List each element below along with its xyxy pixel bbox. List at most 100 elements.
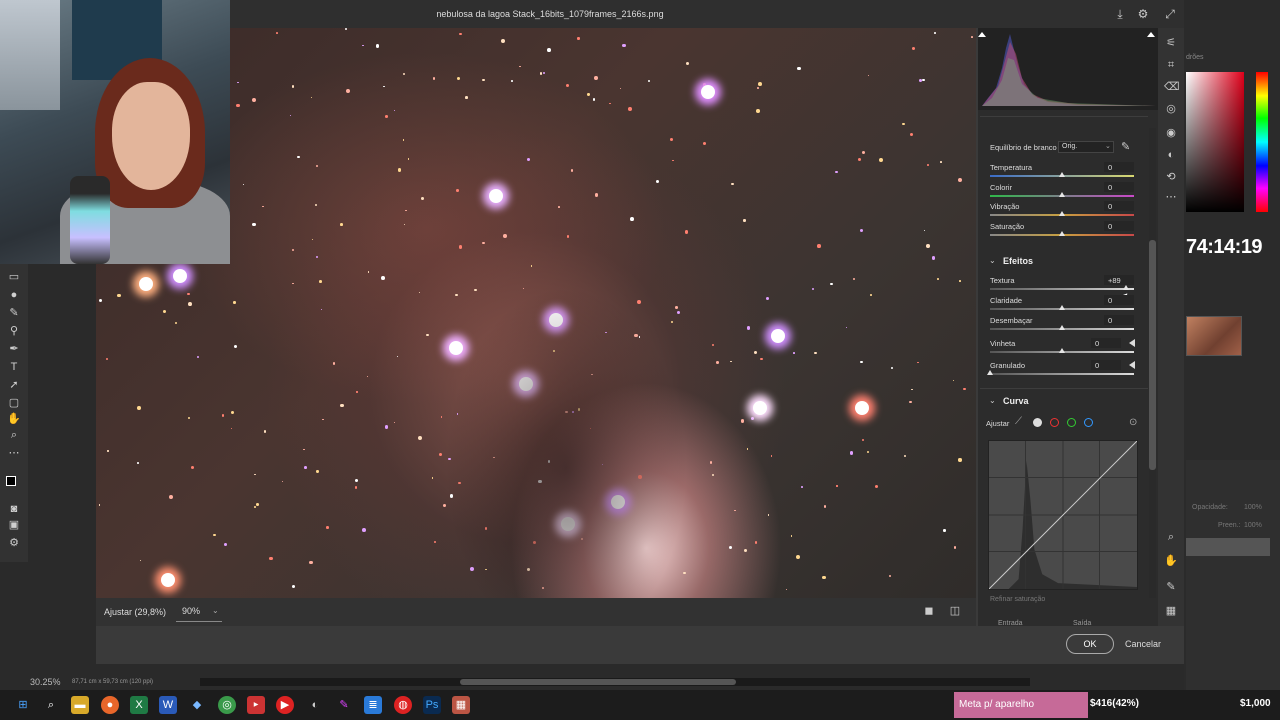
slider-thumb[interactable] — [1123, 285, 1130, 290]
slider-value[interactable]: 0 — [1108, 316, 1130, 325]
more-tools-icon[interactable]: ⋯ — [6, 446, 22, 460]
slider-value[interactable]: 0 — [1108, 296, 1130, 305]
foreground-color-swatch[interactable] — [6, 476, 16, 486]
ps-scroll-thumb[interactable] — [460, 679, 736, 685]
zoom-tool-icon[interactable]: ⌕ — [6, 428, 22, 442]
snapshot-icon[interactable]: ⟲ — [1164, 170, 1178, 184]
slider-value[interactable]: 0 — [1108, 183, 1130, 192]
grid-icon[interactable]: ▦ — [1164, 604, 1178, 618]
file-explorer-icon[interactable]: ▬ — [71, 696, 89, 714]
fit-zoom-label[interactable]: Ajustar (29,8%) — [104, 607, 166, 617]
slider-thumb[interactable] — [987, 370, 993, 375]
chevron-down-icon[interactable]: ⌄ — [989, 256, 996, 265]
mask-icon[interactable]: ◎ — [1164, 102, 1178, 116]
presets-icon[interactable]: ◐ — [1164, 148, 1178, 162]
color-picker-field[interactable] — [1186, 72, 1244, 212]
search-icon[interactable]: ⌕ — [42, 696, 60, 714]
swatches-tab-label[interactable]: drões — [1186, 54, 1204, 61]
hand-tool-icon[interactable]: ✋ — [6, 412, 22, 426]
hand-icon[interactable]: ✋ — [1164, 554, 1178, 568]
red-channel-icon[interactable] — [1050, 418, 1059, 427]
screen-mode-icon[interactable]: ▣ — [6, 518, 22, 532]
slider-track[interactable] — [990, 373, 1134, 375]
redeye-icon[interactable]: ◉ — [1164, 126, 1178, 140]
notes-icon[interactable]: ≣ — [364, 696, 382, 714]
slider-thumb[interactable] — [1059, 231, 1065, 236]
ok-button[interactable]: OK — [1066, 634, 1114, 654]
effects-title[interactable]: Efeitos — [1003, 256, 1033, 266]
slider-value[interactable]: +89 — [1108, 276, 1130, 285]
slider-thumb[interactable] — [1059, 305, 1065, 310]
slider-thumb[interactable] — [1059, 325, 1065, 330]
brush-tool-icon[interactable]: ✎ — [6, 306, 22, 320]
slider-thumb[interactable] — [1059, 348, 1065, 353]
photoshop-icon[interactable]: Ps — [423, 696, 441, 714]
fullscreen-icon[interactable]: ⤢ — [1162, 6, 1178, 22]
slider-value[interactable]: 0 — [1108, 202, 1130, 211]
word-icon[interactable]: W — [159, 696, 177, 714]
zoom-icon[interactable]: ⌕ — [1164, 530, 1178, 544]
before-after-icon[interactable]: ◫ — [948, 604, 962, 618]
media-app-icon[interactable]: ▶ — [247, 696, 265, 714]
green-channel-icon[interactable] — [1067, 418, 1076, 427]
slider-label: Desembaçar — [990, 316, 1033, 325]
ps-zoom-level[interactable]: 30.25% — [30, 677, 61, 687]
shape-tool-icon[interactable]: ▢ — [6, 396, 22, 410]
app-diamond-icon[interactable]: ◆ — [188, 696, 206, 714]
target-adjust-icon[interactable]: ⊙ — [1129, 417, 1137, 428]
hue-slider[interactable] — [1256, 72, 1268, 212]
fill-value[interactable]: 100% — [1244, 522, 1262, 529]
app-pen-icon[interactable]: ✎ — [335, 696, 353, 714]
edit-sliders-icon[interactable]: ⚟ — [1164, 36, 1178, 50]
quickmask-icon[interactable]: ◙ — [6, 502, 22, 516]
reset-arrow-icon[interactable] — [1129, 361, 1135, 369]
slider-value[interactable]: 0 — [1108, 222, 1130, 231]
layer-row[interactable] — [1186, 538, 1270, 556]
more-options-icon[interactable]: ⋯ — [1164, 190, 1178, 204]
select-tool-icon[interactable]: ➚ — [6, 378, 22, 392]
reset-arrow-icon[interactable] — [1129, 339, 1135, 347]
single-view-icon[interactable]: ◼ — [922, 604, 936, 618]
chevron-down-icon[interactable]: ⌄ — [989, 396, 996, 405]
marquee-tool-icon[interactable]: ▭ — [6, 270, 22, 284]
curve-title[interactable]: Curva — [1003, 396, 1029, 406]
heal-eraser-icon[interactable]: ⌫ — [1164, 80, 1180, 94]
firefox-icon[interactable]: ● — [101, 696, 119, 714]
slider-value[interactable]: 0 — [1108, 163, 1130, 172]
crop-icon[interactable]: ⌗ — [1164, 58, 1178, 72]
slider-value[interactable]: 0 — [1095, 339, 1117, 348]
slider-thumb[interactable] — [1059, 211, 1065, 216]
app-circle-icon[interactable]: ◐ — [306, 696, 324, 714]
app-grid-icon[interactable]: ▦ — [452, 696, 470, 714]
chevron-down-icon[interactable]: ⌄ — [1105, 142, 1111, 150]
youtube-icon[interactable]: ▶ — [276, 696, 294, 714]
app-red-icon[interactable]: ◍ — [394, 696, 412, 714]
excel-icon[interactable]: X — [130, 696, 148, 714]
parametric-curve-icon[interactable]: ⟋ — [1015, 416, 1022, 427]
tone-curve-graph[interactable] — [988, 440, 1138, 590]
extras-icon[interactable]: ⚙ — [6, 536, 22, 550]
drop-icon[interactable]: ● — [6, 288, 22, 302]
slider-thumb[interactable] — [1059, 192, 1065, 197]
save-icon[interactable]: ⤓ — [1112, 6, 1128, 22]
eyedropper-icon[interactable]: ✎ — [1121, 140, 1130, 153]
cancel-button[interactable]: Cancelar — [1120, 634, 1166, 654]
type-tool-icon[interactable]: T — [6, 360, 22, 374]
panel-scroll-thumb[interactable] — [1149, 240, 1156, 470]
white-channel-icon[interactable] — [1033, 418, 1042, 427]
chevron-down-icon[interactable]: ⌄ — [212, 606, 219, 615]
pen-tool-icon[interactable]: ✒ — [6, 342, 22, 356]
color-sampler-icon[interactable]: ✎ — [1164, 580, 1178, 594]
windows-start-icon[interactable]: ⊞ — [14, 696, 32, 714]
slider-thumb[interactable] — [1059, 172, 1065, 177]
stamp-tool-icon[interactable]: ⚲ — [6, 324, 22, 338]
opacity-value[interactable]: 100% — [1244, 504, 1262, 511]
white-balance-label: Equilíbrio de branco — [990, 143, 1057, 152]
slider-value[interactable]: 0 — [1095, 361, 1117, 370]
blue-channel-icon[interactable] — [1084, 418, 1093, 427]
slider-track[interactable] — [990, 288, 1134, 290]
chrome-icon[interactable]: ◎ — [218, 696, 236, 714]
layers-panel: Opacidade: 100% Preen.: 100% — [1186, 460, 1280, 690]
slider-label: Granulado — [990, 361, 1026, 370]
settings-gear-icon[interactable]: ⚙ — [1135, 6, 1151, 22]
